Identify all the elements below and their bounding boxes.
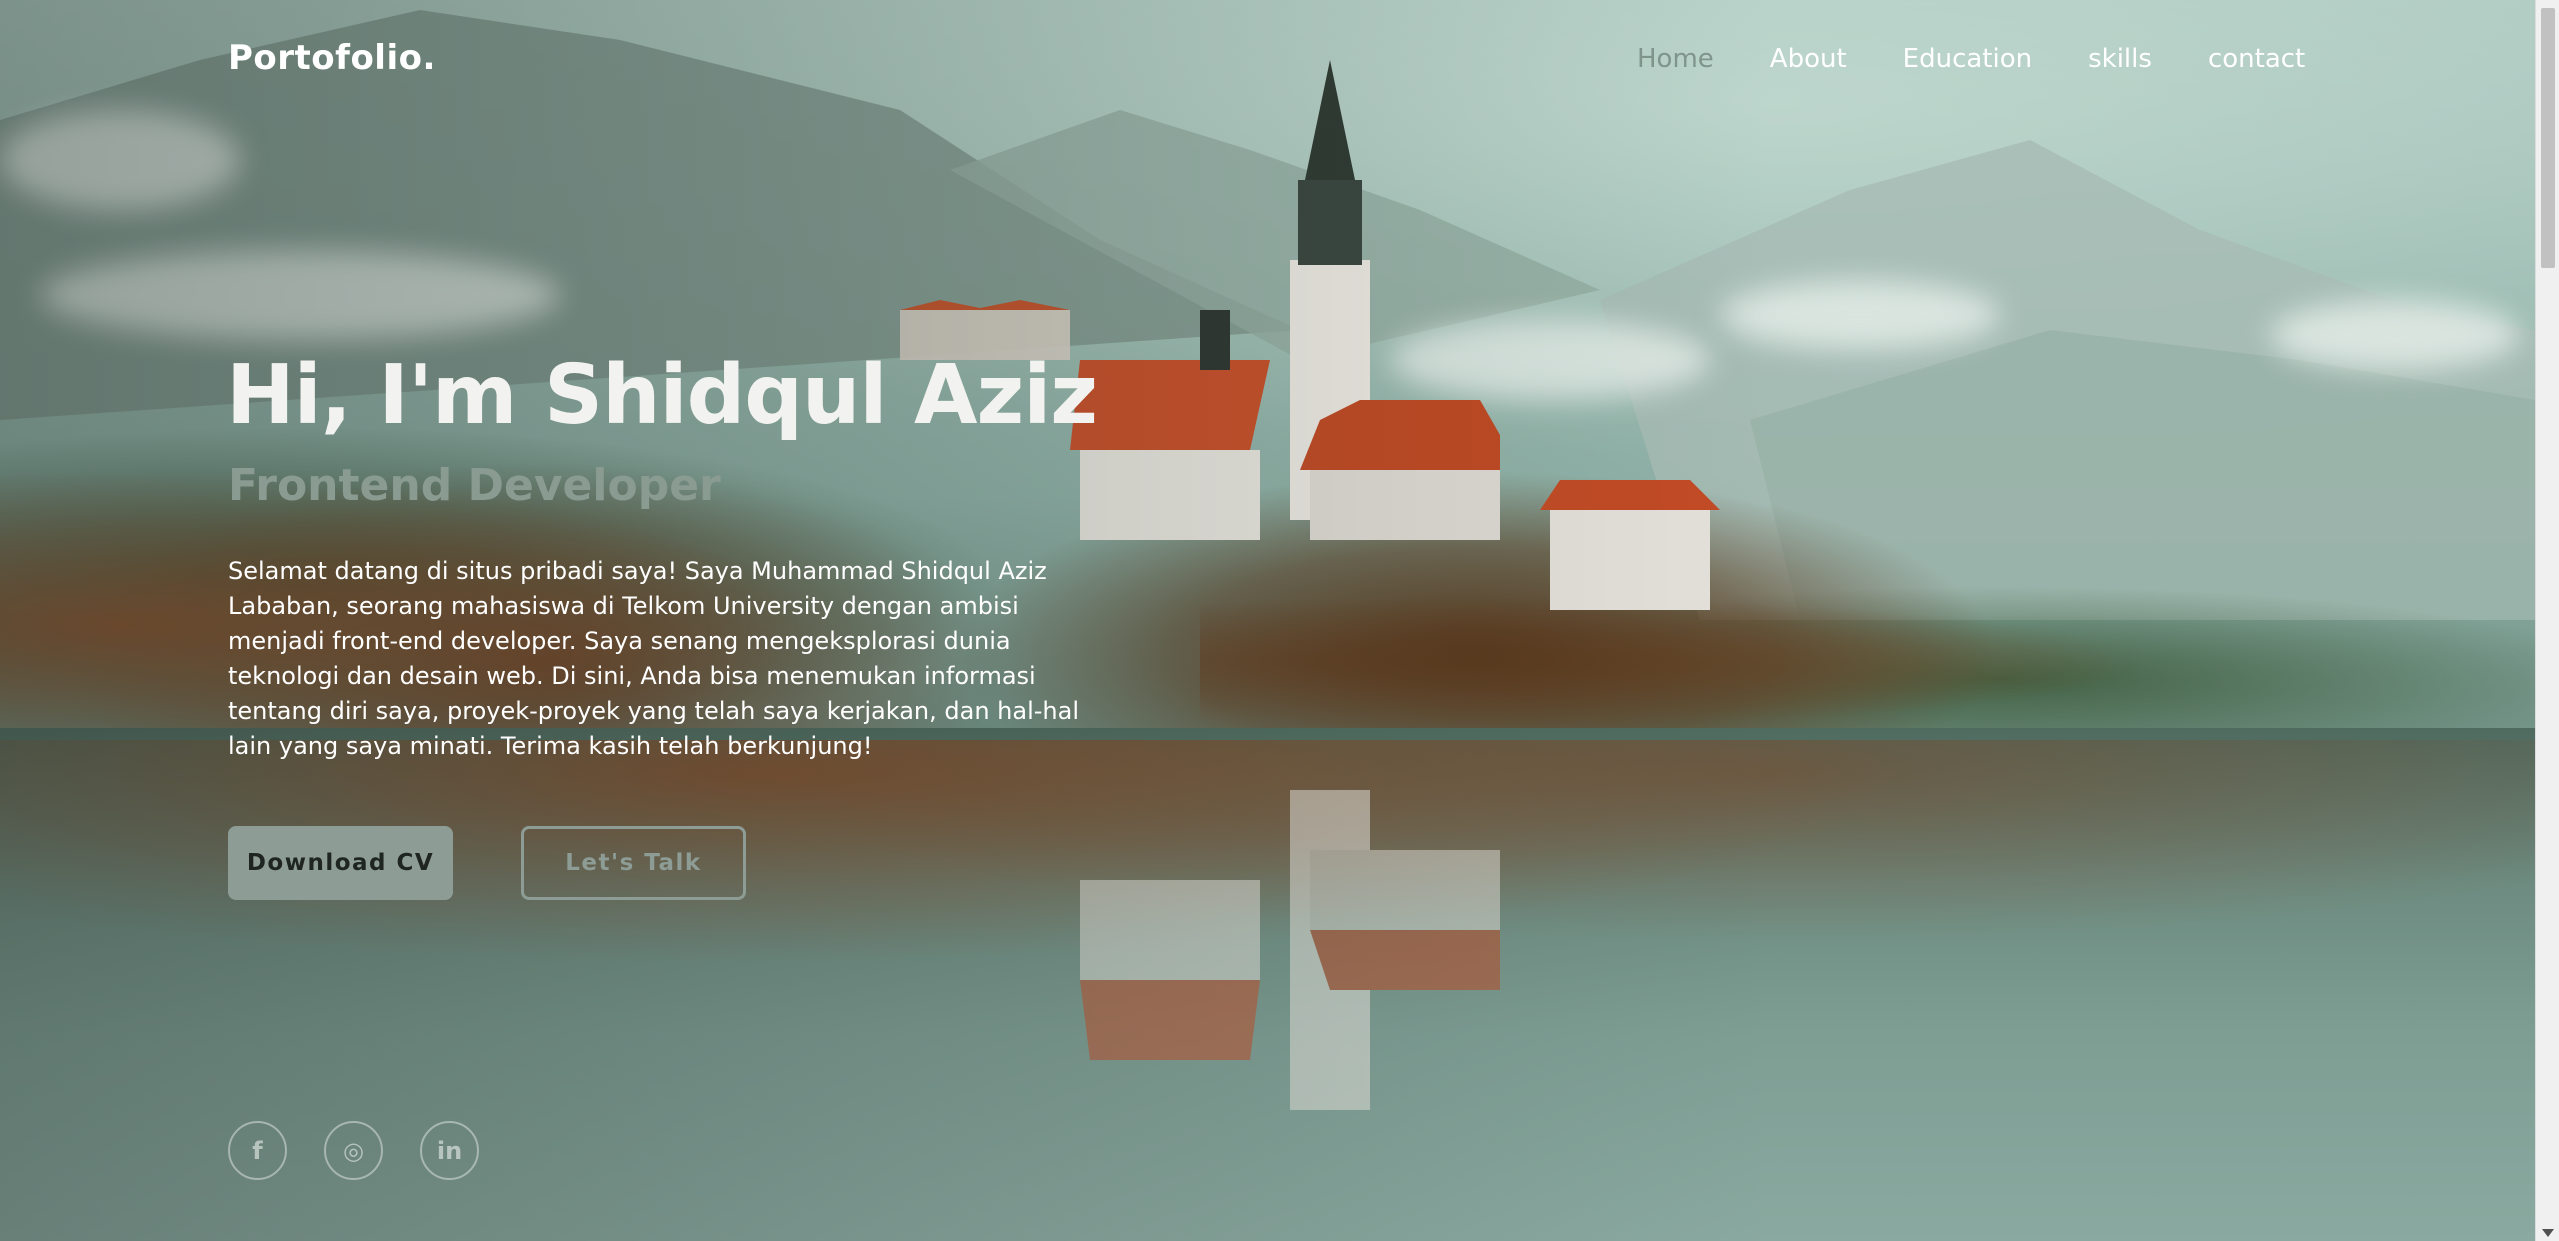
scrollbar-thumb[interactable]: [2541, 8, 2555, 268]
instagram-icon[interactable]: ◎: [324, 1121, 383, 1180]
nav-education[interactable]: Education: [1903, 44, 2032, 74]
page-scrollbar[interactable]: [2535, 0, 2559, 1241]
social-links: f ◎ in: [228, 1121, 516, 1180]
download-cv-button[interactable]: Download CV: [228, 826, 453, 900]
hero-description-line: Lababan, seorang mahasiswa di Telkom Uni…: [228, 592, 1019, 620]
hero-title: Hi, I'm Shidqul Aziz: [226, 348, 1098, 443]
facebook-icon[interactable]: f: [228, 1121, 287, 1180]
nav-home[interactable]: Home: [1637, 44, 1714, 74]
site-logo[interactable]: Portofolio.: [228, 38, 436, 78]
linkedin-icon[interactable]: in: [420, 1121, 479, 1180]
nav-about[interactable]: About: [1770, 44, 1847, 74]
hero-description-line: lain yang saya minati. Terima kasih tela…: [228, 732, 873, 760]
hero-description: Selamat datang di situs pribadi saya! Sa…: [228, 554, 1108, 764]
lets-talk-button[interactable]: Let's Talk: [521, 826, 746, 900]
scroll-down-arrow-icon[interactable]: [2542, 1229, 2554, 1237]
hero-description-line: tentang diri saya, proyek-proyek yang te…: [228, 697, 1080, 725]
nav-skills[interactable]: skills: [2088, 44, 2152, 74]
hero-description-line: teknologi dan desain web. Di sini, Anda …: [228, 662, 1036, 690]
hero-subtitle: Frontend Developer: [228, 460, 721, 511]
main-nav: Home About Education skills contact: [1637, 44, 2305, 74]
hero-description-line: menjadi front-end developer. Saya senang…: [228, 627, 1011, 655]
hero-description-line: Selamat datang di situs pribadi saya! Sa…: [228, 557, 1047, 585]
nav-contact[interactable]: contact: [2208, 44, 2305, 74]
